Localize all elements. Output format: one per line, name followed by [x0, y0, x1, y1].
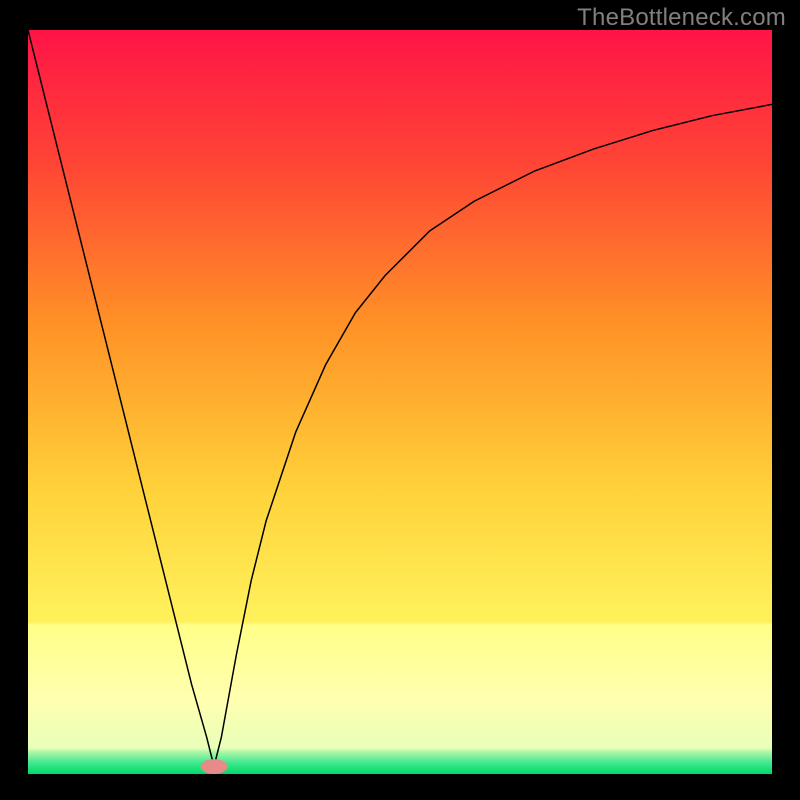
gradient-background — [28, 30, 772, 774]
watermark-text: TheBottleneck.com — [577, 4, 786, 32]
optimal-point-marker — [201, 759, 228, 774]
plot-area — [28, 30, 772, 774]
chart-container: TheBottleneck.com — [0, 0, 800, 800]
chart-svg — [28, 30, 772, 774]
